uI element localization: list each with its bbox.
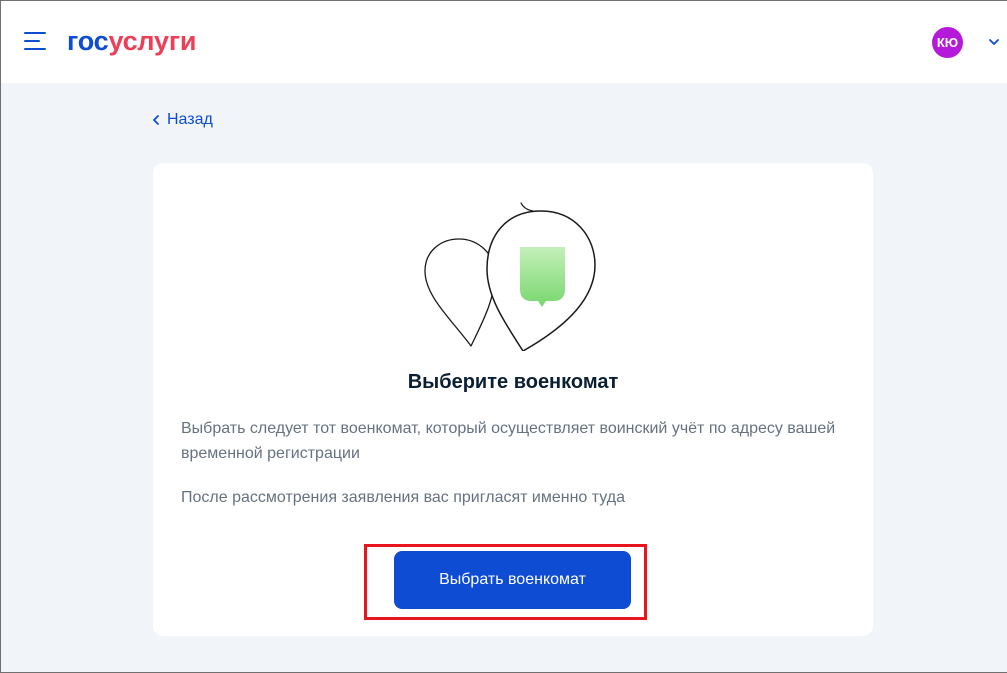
logo-part-gos: гос (67, 26, 109, 56)
hamburger-menu-icon[interactable] (24, 32, 46, 52)
browser-frame: госуслуги КЮ Назад Выберите военкомат Вы… (0, 0, 1007, 673)
avatar-initials: КЮ (936, 35, 959, 50)
back-link[interactable]: Назад (152, 111, 213, 129)
logo-part-uslugi: услуги (108, 26, 197, 56)
select-office-card: Выберите военкомат Выбрать следует тот в… (153, 163, 873, 636)
site-header: госуслуги КЮ (1, 1, 1007, 83)
select-office-button[interactable]: Выбрать военкомат (394, 551, 631, 609)
back-link-label: Назад (167, 111, 213, 128)
gosuslugi-logo[interactable]: госуслуги (67, 24, 196, 58)
card-title: Выберите военкомат (407, 371, 619, 393)
chevron-left-icon (153, 115, 159, 125)
chevron-down-icon[interactable] (987, 35, 1001, 49)
invitation-note-text: После рассмотрения заявления вас приглас… (181, 489, 625, 506)
map-pins-illustration (424, 202, 596, 351)
user-avatar[interactable]: КЮ (932, 27, 963, 58)
description-text: Выбрать следует тот военкомат, который о… (181, 420, 836, 462)
